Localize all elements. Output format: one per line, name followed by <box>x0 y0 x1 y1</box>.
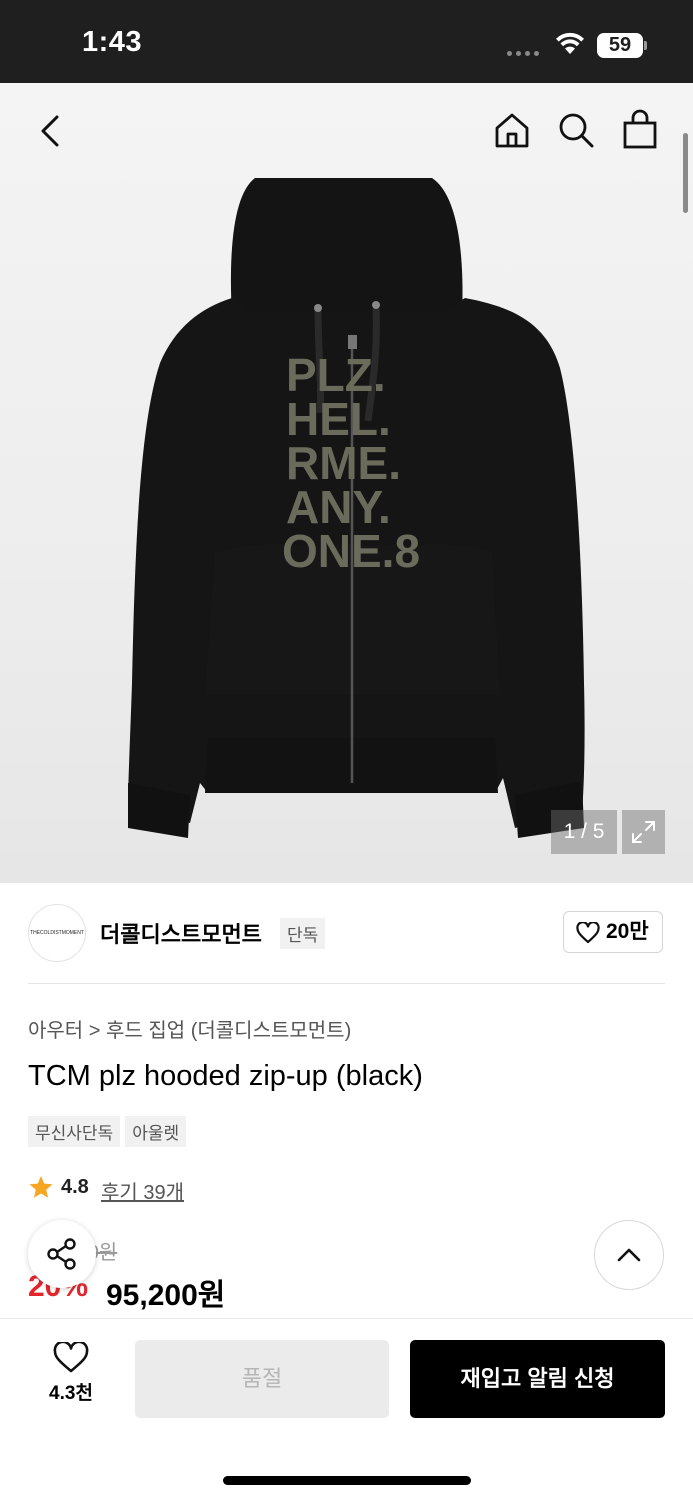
home-button[interactable] <box>492 110 532 150</box>
brand-logo[interactable]: THECOLDISTMOMENT <box>28 904 86 962</box>
divider <box>28 983 665 984</box>
soldout-button: 품절 <box>135 1340 389 1418</box>
page-scrollbar[interactable] <box>683 133 688 213</box>
heart-icon <box>576 922 600 944</box>
sale-price: 95,200원 <box>106 1279 226 1312</box>
back-icon <box>41 115 59 147</box>
category-breadcrumb[interactable]: 아우터 > 후드 집업 (더콜디스트모먼트) <box>28 1014 351 1043</box>
wishlist-count: 4.3천 <box>49 1383 93 1404</box>
brand-like-button[interactable]: 20만 <box>563 911 663 953</box>
cart-button[interactable] <box>620 108 660 150</box>
tag-musinsa-exclusive: 무신사단독 <box>28 1116 121 1147</box>
back-button[interactable] <box>36 113 66 149</box>
image-counter: 1 / 5 <box>551 810 617 854</box>
wishlist-button[interactable]: 4.3천 <box>40 1342 102 1405</box>
star-icon <box>29 1176 53 1198</box>
restock-alert-button[interactable]: 재입고 알림 신청 <box>410 1340 665 1418</box>
battery-nub <box>644 41 647 50</box>
print-text-line: ONE.8 <box>282 525 420 577</box>
product-image: PLZ. HEL. RME. ANY. ONE.8 <box>128 178 585 838</box>
brand-name[interactable]: 더콜디스트모먼트 <box>100 917 262 949</box>
tag-outlet: 아울렛 <box>125 1116 187 1147</box>
wifi-icon <box>556 32 584 54</box>
scroll-to-top-button[interactable] <box>594 1220 664 1290</box>
cellular-signal-icon <box>507 43 543 56</box>
status-bar: 1:43 59 <box>0 0 693 83</box>
home-indicator[interactable] <box>223 1476 471 1485</box>
product-gallery[interactable]: PLZ. HEL. RME. ANY. ONE.8 <box>0 83 693 883</box>
review-count-link[interactable]: 후기 39개 <box>101 1176 184 1205</box>
chevron-up-icon <box>617 1248 641 1262</box>
search-icon <box>559 113 594 148</box>
product-tags: 무신사단독 아울렛 <box>28 1116 191 1147</box>
brand-like-count: 20만 <box>606 920 649 943</box>
product-title: TCM plz hooded zip-up (black) <box>28 1060 423 1092</box>
share-icon <box>47 1238 76 1270</box>
share-button[interactable] <box>28 1220 96 1288</box>
battery-icon: 59 <box>597 33 643 58</box>
status-time: 1:43 <box>82 26 143 58</box>
home-icon <box>495 113 529 148</box>
expand-icon <box>632 821 655 843</box>
exclusive-badge: 단독 <box>280 918 326 949</box>
expand-image-button[interactable] <box>622 810 665 854</box>
heart-icon <box>53 1342 89 1373</box>
search-button[interactable] <box>556 110 596 150</box>
rating-score: 4.8 <box>61 1176 89 1198</box>
cart-icon <box>623 109 657 149</box>
